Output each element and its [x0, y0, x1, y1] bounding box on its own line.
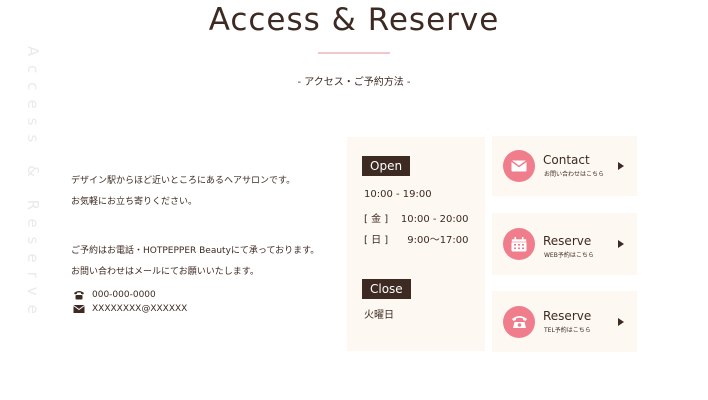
- business-hours-panel: Open 10:00 - 19:00 [ 金 ] 10:00 - 20:00 […: [347, 137, 485, 351]
- page-subtitle: - アクセス・ご予約方法 -: [297, 77, 411, 88]
- arrow-right-icon: [618, 317, 624, 326]
- phone-number[interactable]: 000-000-0000: [92, 290, 156, 300]
- intro-line: デザイン駅からほど近いところにあるヘアサロンです。: [71, 176, 296, 186]
- close-label: Close: [362, 279, 411, 299]
- email-address[interactable]: XXXXXXXX@XXXXXX: [92, 304, 187, 314]
- tel-reserve-button[interactable]: Reserve TEL予約はこちら: [492, 291, 637, 352]
- action-title: Reserve: [543, 309, 592, 323]
- phone-line: 000-000-0000: [73, 290, 156, 300]
- phone-icon: [74, 291, 84, 300]
- email-line: XXXXXXXX@XXXXXX: [73, 304, 187, 314]
- action-subtitle: WEB予約はこちら: [544, 252, 594, 259]
- title-underline: [318, 52, 390, 54]
- open-label: Open: [362, 156, 411, 176]
- envelope-icon: [73, 305, 85, 313]
- closed-day: 火曜日: [364, 310, 394, 321]
- action-title: Reserve: [543, 234, 592, 248]
- contact-button[interactable]: Contact お問い合わせはこちら: [492, 136, 637, 196]
- telephone-icon: [503, 305, 535, 338]
- calendar-icon: [503, 228, 535, 260]
- intro-line: お問い合わせはメールにてお願いいたします。: [71, 267, 259, 277]
- intro-text: デザイン駅からほど近いところにあるヘアサロンです。 お気軽にお立ち寄りください。…: [71, 171, 341, 283]
- action-subtitle: お問い合わせはこちら: [544, 171, 605, 178]
- open-hours-line: 10:00 - 19:00: [364, 189, 432, 200]
- action-title: Contact: [543, 153, 590, 167]
- arrow-right-icon: [618, 240, 624, 248]
- arrow-right-icon: [618, 162, 624, 170]
- mail-icon: [503, 150, 535, 182]
- intro-line: ご予約はお電話・HOTPEPPER Beautyにて承っております。: [71, 246, 320, 256]
- open-hours-line: [ 金 ] 10:00 - 20:00: [364, 214, 469, 225]
- page-title: Access & Reserve: [208, 2, 500, 38]
- web-reserve-button[interactable]: Reserve WEB予約はこちら: [492, 213, 637, 275]
- intro-line: お気軽にお立ち寄りください。: [71, 197, 198, 207]
- open-hours-line: [ 日 ] 9:00〜17:00: [364, 235, 469, 246]
- action-subtitle: TEL予約はこちら: [544, 327, 591, 334]
